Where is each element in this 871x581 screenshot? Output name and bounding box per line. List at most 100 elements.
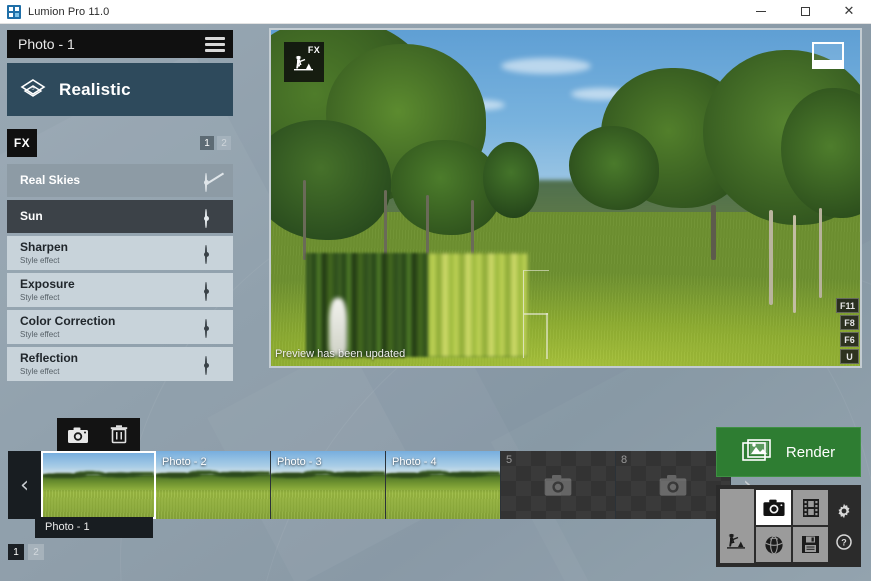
mode-grid: [755, 489, 829, 563]
save-mode-button[interactable]: [792, 526, 829, 563]
lumion-logo-icon: [7, 5, 21, 19]
fx-page-2[interactable]: 2: [217, 136, 231, 150]
window-controls: ✕: [739, 0, 871, 23]
film-strip-icon: [800, 498, 822, 518]
thumbnail-preview: [43, 453, 154, 517]
eye-icon[interactable]: [205, 320, 223, 334]
effect-item-sun[interactable]: Sun: [7, 200, 233, 233]
wireframe-object: [523, 270, 549, 358]
thumbnails-prev-button[interactable]: ‹: [8, 451, 41, 519]
fx-badge-label: FX: [308, 45, 320, 55]
photo-header: Photo - 1: [7, 30, 233, 58]
slot-number: 8: [621, 454, 627, 466]
hamburger-menu-icon[interactable]: [205, 37, 225, 52]
photo-thumbnail-strip: ‹ Photo - 2 Photo - 3 Photo - 4 5: [8, 451, 699, 519]
fx-page-1[interactable]: 1: [200, 136, 214, 150]
svg-text:?: ?: [841, 537, 847, 547]
mode-side-buttons: ?: [831, 489, 857, 563]
fx-page-indicators: 1 2: [200, 136, 233, 150]
layers-style-icon: S: [20, 77, 46, 103]
shortcut-f8[interactable]: F8: [840, 315, 859, 330]
effect-title: Sun: [20, 210, 43, 223]
eye-icon[interactable]: [205, 357, 223, 371]
effect-subtitle: Style effect: [20, 366, 78, 377]
render-button-label: Render: [786, 444, 835, 461]
tree-trunk: [819, 208, 822, 298]
photos-stack-icon: [742, 438, 776, 466]
thumbnail-photo-1[interactable]: [41, 451, 156, 519]
gear-icon[interactable]: [836, 503, 852, 519]
build-mode-button[interactable]: [720, 489, 754, 563]
camera-icon: [762, 498, 786, 517]
effect-title: Reflection: [20, 352, 78, 365]
thumbnail-label: Photo - 3: [277, 456, 322, 468]
question-mark-icon[interactable]: ?: [836, 534, 852, 550]
window-titlebar: Lumion Pro 11.0 ✕: [0, 0, 871, 24]
photo-mode-button[interactable]: [755, 489, 792, 526]
movie-mode-button[interactable]: [792, 489, 829, 526]
render-viewport[interactable]: FX Preview has been updated F11 F8 F6 U: [269, 28, 862, 368]
aspect-ratio-frame-icon[interactable]: [812, 42, 844, 69]
cloud: [501, 58, 591, 74]
eye-icon[interactable]: [205, 283, 223, 297]
thumbnail-label: Photo - 2: [162, 456, 207, 468]
thumb-page-1[interactable]: 1: [8, 544, 24, 560]
photo-toolbar: [57, 418, 140, 451]
thumbnail-list: Photo - 2 Photo - 3 Photo - 4 5: [41, 451, 731, 519]
thumbnail-slot-8[interactable]: 8: [616, 451, 731, 519]
shortcut-f11[interactable]: F11: [836, 298, 859, 313]
shortcut-u[interactable]: U: [840, 349, 859, 364]
slot-number: 5: [506, 454, 512, 466]
fx-mode-badge[interactable]: FX: [284, 42, 324, 82]
effect-subtitle: Style effect: [20, 329, 115, 340]
floppy-disk-icon: [800, 534, 821, 555]
render-button[interactable]: Render: [716, 427, 861, 477]
panorama-360-icon: [763, 534, 785, 556]
tree-trunk: [303, 180, 306, 260]
effect-subtitle: Style effect: [20, 255, 68, 266]
tree-trunk: [769, 210, 773, 305]
tree-trunk: [711, 205, 716, 260]
thumb-page-2[interactable]: 2: [28, 544, 44, 560]
delete-photo-button[interactable]: [98, 418, 139, 451]
camera-icon: [543, 473, 573, 497]
svg-text:S: S: [31, 85, 34, 91]
construction-worker-icon: [724, 527, 750, 553]
thumbnail-slot-5[interactable]: 5: [501, 451, 616, 519]
effect-item-color-correction[interactable]: Color Correction Style effect: [7, 310, 233, 344]
thumbnail-photo-4[interactable]: Photo - 4: [386, 451, 501, 519]
effect-title: Sharpen: [20, 241, 68, 254]
maximize-button[interactable]: [783, 0, 827, 23]
photo-header-title: Photo - 1: [18, 36, 75, 52]
tree-trunk: [471, 200, 474, 260]
eye-icon[interactable]: [205, 210, 223, 224]
style-header[interactable]: S Realistic: [7, 63, 233, 116]
effect-item-exposure[interactable]: Exposure Style effect: [7, 273, 233, 307]
effect-subtitle: Style effect: [20, 292, 75, 303]
effect-item-reflection[interactable]: Reflection Style effect: [7, 347, 233, 381]
tree-trunk: [384, 190, 387, 260]
effect-item-sharpen[interactable]: Sharpen Style effect: [7, 236, 233, 270]
shortcut-f6[interactable]: F6: [840, 332, 859, 347]
tree-trunk: [426, 195, 429, 260]
viewport-status-text: Preview has been updated: [271, 348, 405, 360]
effect-title: Real Skies: [20, 174, 80, 187]
mode-panel: ?: [716, 485, 861, 567]
effects-sidebar: Photo - 1 S Realistic FX 1 2 Real Skies: [7, 30, 233, 384]
save-photo-button[interactable]: [57, 418, 98, 451]
thumbnail-photo-3[interactable]: Photo - 3: [271, 451, 386, 519]
effect-title: Color Correction: [20, 315, 115, 328]
close-button[interactable]: ✕: [827, 0, 871, 23]
minimize-button[interactable]: [739, 0, 783, 23]
fx-row: FX 1 2: [7, 128, 233, 158]
fx-badge[interactable]: FX: [7, 129, 37, 157]
effect-item-real-skies[interactable]: Real Skies: [7, 164, 233, 197]
thumbnail-photo-2[interactable]: Photo - 2: [156, 451, 271, 519]
thumbnail-page-indicators: 1 2: [8, 544, 44, 560]
effect-title: Exposure: [20, 278, 75, 291]
eye-slash-icon[interactable]: [205, 174, 223, 188]
window-title: Lumion Pro 11.0: [28, 6, 109, 18]
eye-icon[interactable]: [205, 246, 223, 260]
style-name: Realistic: [59, 80, 131, 100]
panorama-mode-button[interactable]: [755, 526, 792, 563]
